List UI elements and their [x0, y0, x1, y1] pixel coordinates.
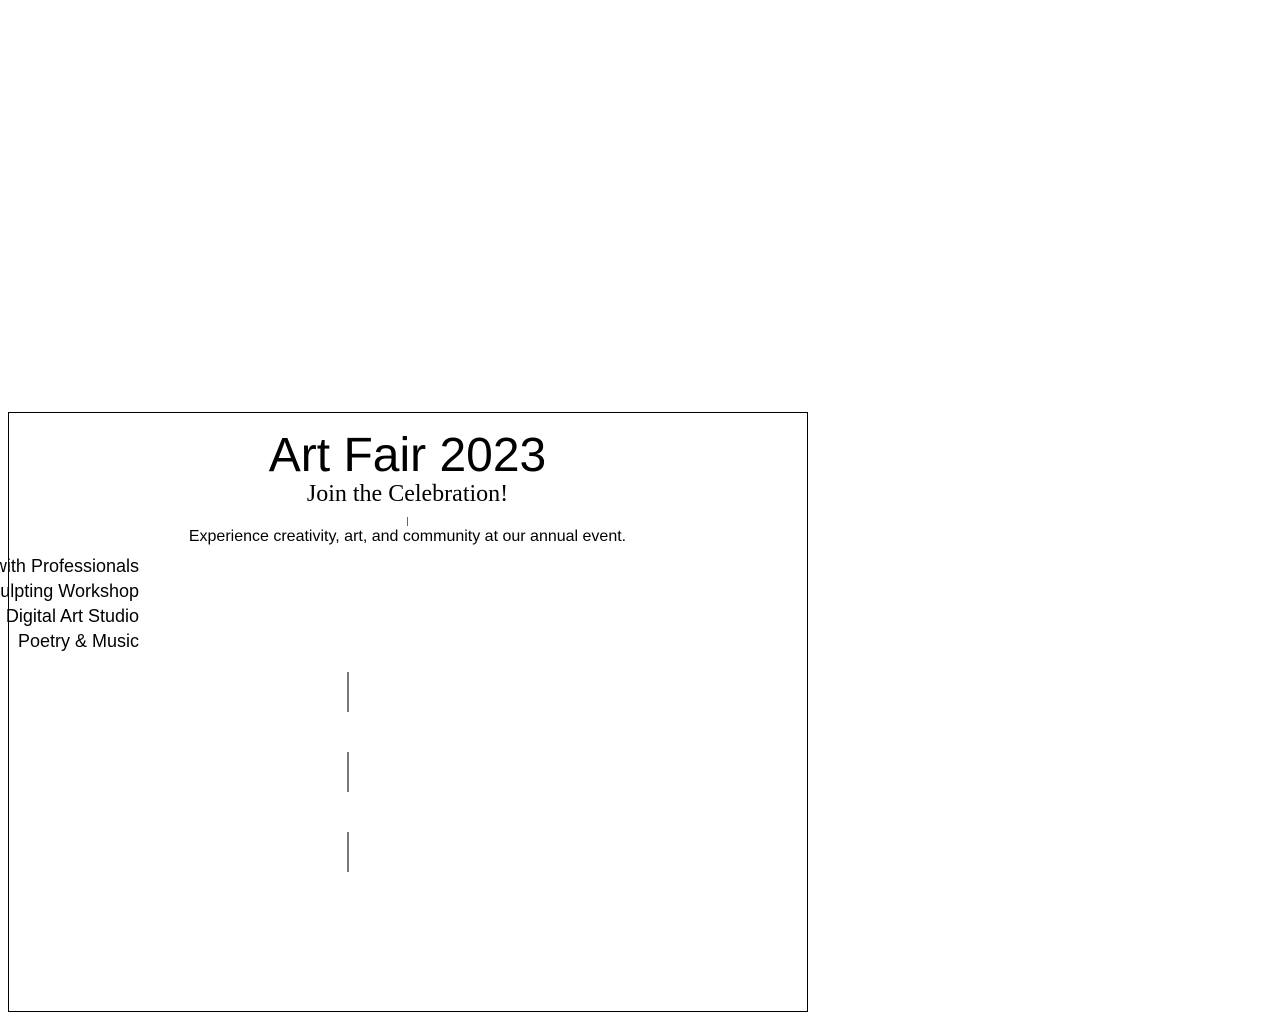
page-title: Art Fair 2023 — [268, 429, 547, 482]
divider-bar — [347, 672, 349, 712]
page-subtitle: Join the Celebration! — [306, 481, 509, 507]
event-list: Paint with Professionals Sculpting Works… — [0, 554, 400, 659]
event-description: Experience creativity, art, and communit… — [188, 528, 627, 545]
text-cursor — [407, 517, 408, 526]
event-item-digital-art-studio[interactable]: Digital Art Studio — [6, 604, 139, 629]
divider-bar — [347, 752, 349, 792]
divider-bar — [347, 832, 349, 872]
event-item-sculpting-workshop[interactable]: Sculpting Workshop — [0, 579, 139, 604]
event-item-poetry-music[interactable]: Poetry & Music — [18, 629, 139, 654]
event-item-paint-with-professionals[interactable]: Paint with Professionals — [0, 554, 139, 579]
